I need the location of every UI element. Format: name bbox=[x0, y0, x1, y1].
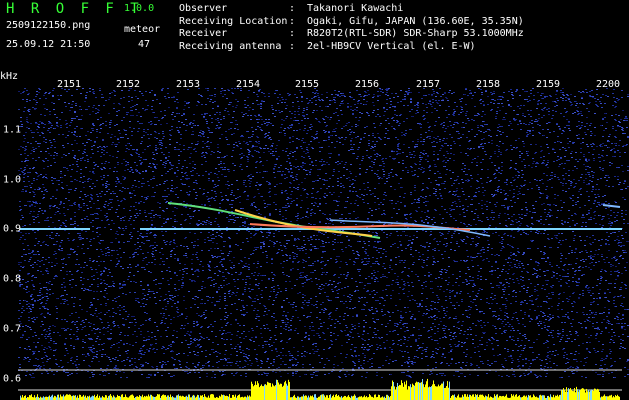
spectrogram-area bbox=[0, 70, 629, 400]
app-title: H R O F F T bbox=[6, 1, 143, 17]
x-tick-label: 2155 bbox=[294, 79, 320, 90]
x-tick-label: 2153 bbox=[175, 79, 201, 90]
station-value: 2el-HB9CV Vertical (el. E-W) bbox=[307, 40, 476, 52]
x-tick-label: 2156 bbox=[354, 79, 380, 90]
x-tick-label: 2152 bbox=[115, 79, 141, 90]
x-tick-label: 2154 bbox=[235, 79, 261, 90]
station-label: Receiving antenna bbox=[179, 40, 282, 52]
app-version: 1.0.0 bbox=[124, 3, 155, 14]
station-row-location: Receiving Location: Ogaki, Gifu, JAPAN (1… bbox=[179, 16, 524, 29]
file-name: 2509122150.png bbox=[6, 20, 91, 31]
station-label: Receiving Location bbox=[179, 15, 288, 27]
y-tick-label: 0.6 bbox=[3, 373, 22, 385]
x-tick-label: 2151 bbox=[56, 79, 82, 90]
y-tick-label: 0.7 bbox=[3, 323, 22, 335]
signal-level-bars bbox=[20, 378, 620, 400]
header-panel: H R O F F T 1.0.0 2509122150.png meteor … bbox=[0, 0, 629, 70]
station-row-antenna: Receiving antenna:2el-HB9CV Vertical (el… bbox=[179, 41, 524, 54]
y-tick-label: 1.0 bbox=[3, 174, 22, 186]
spectrogram-canvas bbox=[18, 88, 629, 400]
meteor-count: 47 bbox=[138, 39, 151, 50]
y-tick-label: 0.9 bbox=[3, 223, 22, 235]
station-sep: : bbox=[289, 15, 296, 27]
x-tick-label: 2157 bbox=[415, 79, 441, 90]
noise-field bbox=[18, 88, 629, 378]
station-sep: : bbox=[289, 28, 296, 39]
station-row-receiver: Receiver: R820T2(RTL-SDR) SDR-Sharp 53.10… bbox=[179, 28, 524, 41]
station-value: Takanori Kawachi bbox=[307, 3, 404, 14]
timestamp: 25.09.12 21:50 bbox=[6, 39, 91, 50]
y-unit-label: kHz bbox=[0, 71, 19, 82]
x-tick-label: 2200 bbox=[595, 79, 621, 90]
station-label: Receiver bbox=[179, 28, 228, 39]
x-tick-label: 2159 bbox=[535, 79, 561, 90]
station-value: R820T2(RTL-SDR) SDR-Sharp 53.1000MHz bbox=[307, 28, 524, 39]
detection-mode: meteor bbox=[124, 24, 161, 35]
meteor-streak bbox=[602, 204, 621, 208]
station-sep: : bbox=[289, 40, 296, 52]
station-row-observer: Observer: Takanori Kawachi bbox=[179, 3, 524, 16]
y-tick-label: 1.1 bbox=[3, 124, 22, 136]
x-tick-label: 2158 bbox=[475, 79, 501, 90]
station-value: Ogaki, Gifu, JAPAN (136.60E, 35.35N) bbox=[307, 15, 524, 27]
y-tick-label: 0.8 bbox=[3, 273, 22, 285]
station-label: Observer bbox=[179, 3, 228, 14]
station-info: Observer: Takanori Kawachi Receiving Loca… bbox=[179, 3, 524, 53]
station-sep: : bbox=[289, 3, 296, 14]
